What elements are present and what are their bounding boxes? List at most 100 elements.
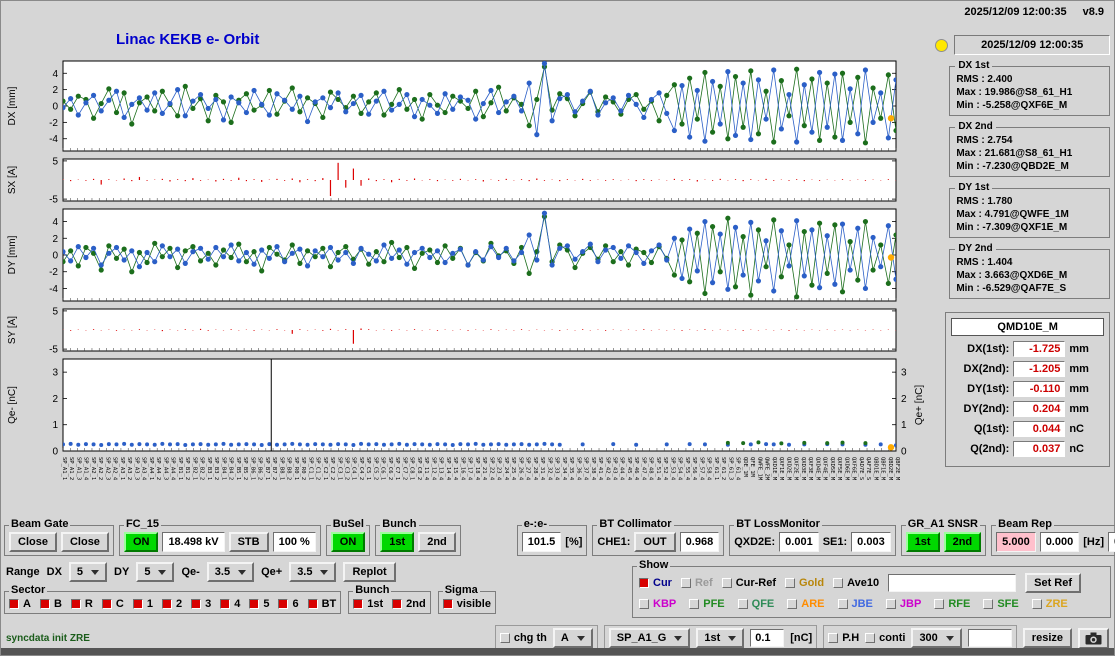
svg-text:Qe- [nC]: Qe- [nC] bbox=[7, 386, 18, 424]
bpm-axis-label: SP_33_4 bbox=[554, 457, 560, 481]
show-checkbox-gold[interactable]: Gold bbox=[785, 577, 824, 589]
bpm-select-dropdown[interactable]: SP_A1_G bbox=[608, 628, 691, 648]
beam-gate-close-button-2[interactable]: Close bbox=[60, 532, 109, 552]
bunch-select-dropdown[interactable]: 1st bbox=[696, 628, 745, 648]
sector-checkbox-6[interactable]: 6 bbox=[278, 598, 299, 610]
sector-select-dropdown[interactable]: A bbox=[552, 628, 593, 648]
bunch-checkbox-2nd[interactable]: 2nd bbox=[392, 598, 426, 610]
monitor-name[interactable]: QMD10E_M bbox=[951, 318, 1104, 336]
bpm-axis-label: SP_51_4 bbox=[655, 457, 661, 481]
show-checkbox-rfe[interactable]: RFE bbox=[934, 598, 970, 610]
set-ref-button[interactable]: Set Ref bbox=[1025, 573, 1082, 593]
svg-text:3: 3 bbox=[901, 368, 907, 379]
bpm-axis-label: SP_C8_1 bbox=[409, 457, 415, 480]
che1-out-button[interactable]: OUT bbox=[634, 532, 676, 552]
sigma-checkbox-visible[interactable]: visible bbox=[442, 598, 491, 610]
fc15-stb-button[interactable]: STB bbox=[228, 532, 269, 552]
checkbox-indicator bbox=[70, 599, 81, 609]
checkbox-label: JBE bbox=[851, 598, 873, 610]
fc15-on-button[interactable]: ON bbox=[123, 532, 159, 552]
show-checkbox-jbp[interactable]: JBP bbox=[885, 598, 921, 610]
show-checkbox-jbe[interactable]: JBE bbox=[837, 598, 873, 610]
ref-file-input[interactable] bbox=[888, 574, 1017, 592]
gr-a1-1st-button[interactable]: 1st bbox=[905, 532, 940, 552]
gr-a1-2nd-button[interactable]: 2nd bbox=[943, 532, 982, 552]
snapshot-button[interactable] bbox=[1078, 627, 1109, 649]
show-checkbox-are[interactable]: ARE bbox=[787, 598, 825, 610]
show-checkbox-qfe[interactable]: QFE bbox=[737, 598, 774, 610]
bunch-2nd-button[interactable]: 2nd bbox=[418, 532, 456, 552]
checkbox-indicator bbox=[680, 578, 691, 588]
orbit-charts: 4 2 0 -2 -4 DX [mm] 5 -5 SX [A] 4 2 0 -2 -4 DY [mm] 5 -5… bbox=[7, 60, 925, 481]
sector-checkbox-c[interactable]: C bbox=[101, 598, 124, 610]
show-checkbox-sfe[interactable]: SFE bbox=[983, 598, 1019, 610]
svg-text:SX [A]: SX [A] bbox=[7, 166, 18, 195]
sector-checkbox-5[interactable]: 5 bbox=[249, 598, 269, 610]
bpm-axis-label: SP_36_4 bbox=[575, 457, 581, 481]
show-checkbox-ave10[interactable]: Ave10 bbox=[833, 577, 879, 589]
range-dx-dropdown[interactable]: 5 bbox=[68, 562, 108, 582]
interval-dropdown[interactable]: 300 bbox=[911, 628, 962, 648]
control-panel: Beam Gate Close Close FC_15 ON 18.498 kV… bbox=[1, 516, 1115, 651]
beam-gate-close-button-1[interactable]: Close bbox=[9, 532, 57, 552]
bpm-axis-label: SP_38_4 bbox=[590, 457, 596, 481]
checkbox-label: 4 bbox=[234, 598, 241, 610]
sector-checkbox-3[interactable]: 3 bbox=[191, 598, 211, 610]
bpm-axis-label: SP_16_4 bbox=[459, 457, 465, 481]
chg-th-checkbox[interactable]: chg th bbox=[499, 632, 547, 644]
threshold-input[interactable] bbox=[750, 629, 785, 647]
aux-entry[interactable] bbox=[967, 629, 1012, 647]
svg-text:2: 2 bbox=[52, 394, 58, 405]
bunch-checkbox-1st[interactable]: 1st bbox=[353, 598, 383, 610]
sector-checkbox-bt[interactable]: BT bbox=[307, 598, 336, 610]
bpm-axis-label: SP_C2_2 bbox=[329, 457, 335, 480]
show-checkbox-ref[interactable]: Ref bbox=[680, 577, 713, 589]
sector-checkbox-4[interactable]: 4 bbox=[220, 598, 240, 610]
busel-on-button[interactable]: ON bbox=[330, 532, 366, 552]
ph-checkbox[interactable]: P.H bbox=[828, 632, 859, 644]
group-gr-a1-snsr: GR_A1 SNSR 1st 2nd bbox=[900, 518, 987, 556]
show-checkbox-kbp[interactable]: KBP bbox=[639, 598, 676, 610]
conti-checkbox[interactable]: conti bbox=[865, 632, 905, 644]
status-indicator-light bbox=[935, 38, 949, 52]
dropdown-value: 3.5 bbox=[214, 566, 231, 578]
bpm-axis-label: SP_A3_1 bbox=[119, 457, 125, 480]
bpm-axis-label: SP_15_4 bbox=[452, 457, 458, 481]
sector-checkbox-r[interactable]: R bbox=[70, 598, 93, 610]
sector-checkbox-2[interactable]: 2 bbox=[161, 598, 182, 610]
show-checkbox-cur-ref[interactable]: Cur-Ref bbox=[721, 577, 776, 589]
range-dy-dropdown[interactable]: 5 bbox=[136, 562, 175, 582]
bpm-axis-label: SP_46_4 bbox=[633, 457, 639, 481]
checkbox-indicator bbox=[191, 599, 202, 609]
range-qep-dropdown[interactable]: 3.5 bbox=[289, 562, 337, 582]
checkbox-indicator bbox=[785, 578, 796, 588]
resize-button[interactable]: resize bbox=[1022, 628, 1072, 648]
checkbox-label: 1 bbox=[146, 598, 153, 610]
bpm-axis-label: SP_A1_2 bbox=[68, 457, 74, 480]
checkbox-label: R bbox=[84, 598, 93, 610]
sector-checkbox-b[interactable]: B bbox=[39, 598, 62, 610]
show-checkbox-zre[interactable]: ZRE bbox=[1031, 598, 1068, 610]
replot-button[interactable]: Replot bbox=[343, 562, 396, 582]
bpm-axis-label: SP_61_4 bbox=[735, 457, 741, 481]
bpm-axis-label: QAD7E_S bbox=[858, 457, 864, 480]
show-checkbox-pfe[interactable]: PFE bbox=[689, 598, 725, 610]
chevron-down-icon bbox=[320, 569, 329, 575]
group-sector: Sector A B R C 1 2 3 4 5 6 BT bbox=[4, 584, 342, 614]
bunch-1st-button[interactable]: 1st bbox=[380, 532, 415, 552]
range-row: Range DX 5 DY 5 Qe- 3.5 Qe+ 3.5 Replot bbox=[4, 559, 626, 584]
stat-box-title: DX 2nd bbox=[955, 121, 996, 132]
monitor-row-value: 0.204 bbox=[1013, 401, 1066, 417]
show-checkbox-cur[interactable]: Cur bbox=[639, 577, 672, 589]
bpm-axis-label: SP_C8_2 bbox=[416, 457, 422, 480]
bpm-axis-label: SP_B4_1 bbox=[220, 457, 226, 480]
range-qem-dropdown[interactable]: 3.5 bbox=[206, 562, 255, 582]
bpm-axis-label: SP_B5_1 bbox=[235, 457, 241, 480]
bpm-axis-label: QWFE_1M bbox=[756, 457, 762, 481]
sector-checkbox-1[interactable]: 1 bbox=[132, 598, 153, 610]
bpm-axis-label: SP_A1_4 bbox=[83, 457, 89, 481]
sector-checkbox-a[interactable]: A bbox=[9, 598, 31, 610]
monitor-row-label: DX(1st): bbox=[967, 343, 1010, 355]
svg-text:0: 0 bbox=[52, 447, 58, 458]
checkbox-label: visible bbox=[456, 598, 491, 610]
